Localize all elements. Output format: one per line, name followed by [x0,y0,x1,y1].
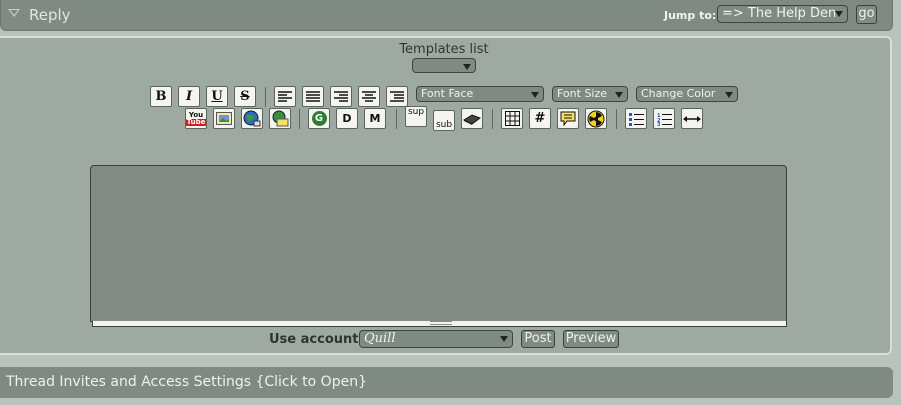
toolbar-separator [265,87,266,107]
youtube-bottom-label: Tube [186,117,206,126]
dropdown-caret-icon [835,11,843,17]
radiation-icon [587,110,605,127]
code-button[interactable] [461,108,483,129]
hash-label: # [534,111,546,126]
thread-invites-bar[interactable]: Thread Invites and Access Settings {Clic… [0,367,893,398]
change-color-select[interactable]: Change Color [636,86,738,102]
bullet-list-icon [628,112,644,126]
superscript-button[interactable]: sup [405,106,427,127]
m-label: M [369,112,381,125]
change-color-label: Change Color [641,87,716,100]
toolbar-separator [299,109,300,129]
m-button[interactable]: M [364,108,386,129]
sub-label: sub [435,120,453,130]
go-button[interactable]: go [856,5,877,24]
hash-button[interactable]: # [529,108,551,129]
sup-label: sup [407,107,425,117]
google-label: G [311,111,327,126]
italic-button[interactable]: I [178,86,200,107]
post-button[interactable]: Post [521,330,555,348]
reply-panel: Templates list B I U S Font Face Font Si… [0,36,892,355]
bold-label: B [155,89,167,104]
jump-to-label: Jump to: [664,9,717,22]
templates-select[interactable] [412,58,476,73]
textarea-resize-handle[interactable] [92,321,787,327]
strike-label: S [240,89,250,104]
table-icon [504,111,520,126]
image-button[interactable] [213,108,235,129]
bold-button[interactable]: B [150,86,172,107]
spoiler-button[interactable] [585,108,607,129]
font-face-select[interactable]: Font Face [416,86,544,102]
google-button[interactable]: G [308,108,330,129]
reply-title: Reply [29,6,71,24]
horizontal-rule-button[interactable] [681,108,703,129]
subscript-button[interactable]: sub [433,110,455,131]
table-button[interactable] [501,108,523,129]
image-icon [216,112,232,125]
reply-header-bar[interactable]: Reply Jump to: => The Help Den go [0,0,893,31]
italic-label: I [185,89,193,104]
keyboard-icon [463,113,481,125]
account-select[interactable]: Quill [359,330,513,348]
align-right-icon [334,90,348,102]
toolbar-separator [492,109,493,129]
align-center-icon [362,90,376,102]
youtube-button[interactable]: You Tube [185,108,207,129]
thread-invites-title[interactable]: Thread Invites and Access Settings {Clic… [6,374,367,390]
account-value: Quill [364,331,396,346]
mail-icon [272,110,289,127]
jump-to-select[interactable]: => The Help Den [717,5,848,23]
email-button[interactable] [269,108,291,129]
font-size-label: Font Size [557,87,608,100]
strikethrough-button[interactable]: S [234,86,256,107]
globe-link-icon [243,110,261,127]
justify-button[interactable] [302,86,324,107]
dropdown-caret-icon [531,92,539,98]
use-account-label: Use account: [269,332,364,347]
indent-icon [390,90,404,102]
svg-text:3: 3 [657,122,661,126]
dropdown-caret-icon [500,336,508,342]
font-size-select[interactable]: Font Size [552,86,628,102]
align-center-button[interactable] [358,86,380,107]
dropdown-caret-icon [725,92,733,98]
align-left-icon [278,90,292,102]
quote-button[interactable] [557,108,579,129]
numbered-list-icon: 123 [657,113,672,126]
link-button[interactable] [241,108,263,129]
message-textarea[interactable] [90,165,787,322]
horizontal-rule-icon [683,115,701,122]
toolbar-separator [396,109,397,129]
numbered-list-button[interactable]: 123 [653,108,675,129]
align-right-button[interactable] [330,86,352,107]
align-left-button[interactable] [274,86,296,107]
indent-button[interactable] [386,86,408,107]
preview-button[interactable]: Preview [563,330,619,348]
bullet-list-button[interactable] [625,108,647,129]
jump-to-value: => The Help Den [722,6,837,21]
justify-icon [306,90,320,102]
collapse-arrow-icon[interactable] [8,9,20,17]
dropdown-caret-icon [463,64,471,70]
d-label: D [342,112,352,125]
dropdown-caret-icon [615,92,623,98]
toolbar-separator [616,109,617,129]
templates-list-label: Templates list [399,42,489,57]
font-face-label: Font Face [421,87,474,100]
underline-button[interactable]: U [206,86,228,107]
underline-label: U [211,89,223,104]
resize-grip-icon[interactable] [430,321,452,325]
definition-button[interactable]: D [336,108,358,129]
quote-bubble-icon [560,111,576,126]
